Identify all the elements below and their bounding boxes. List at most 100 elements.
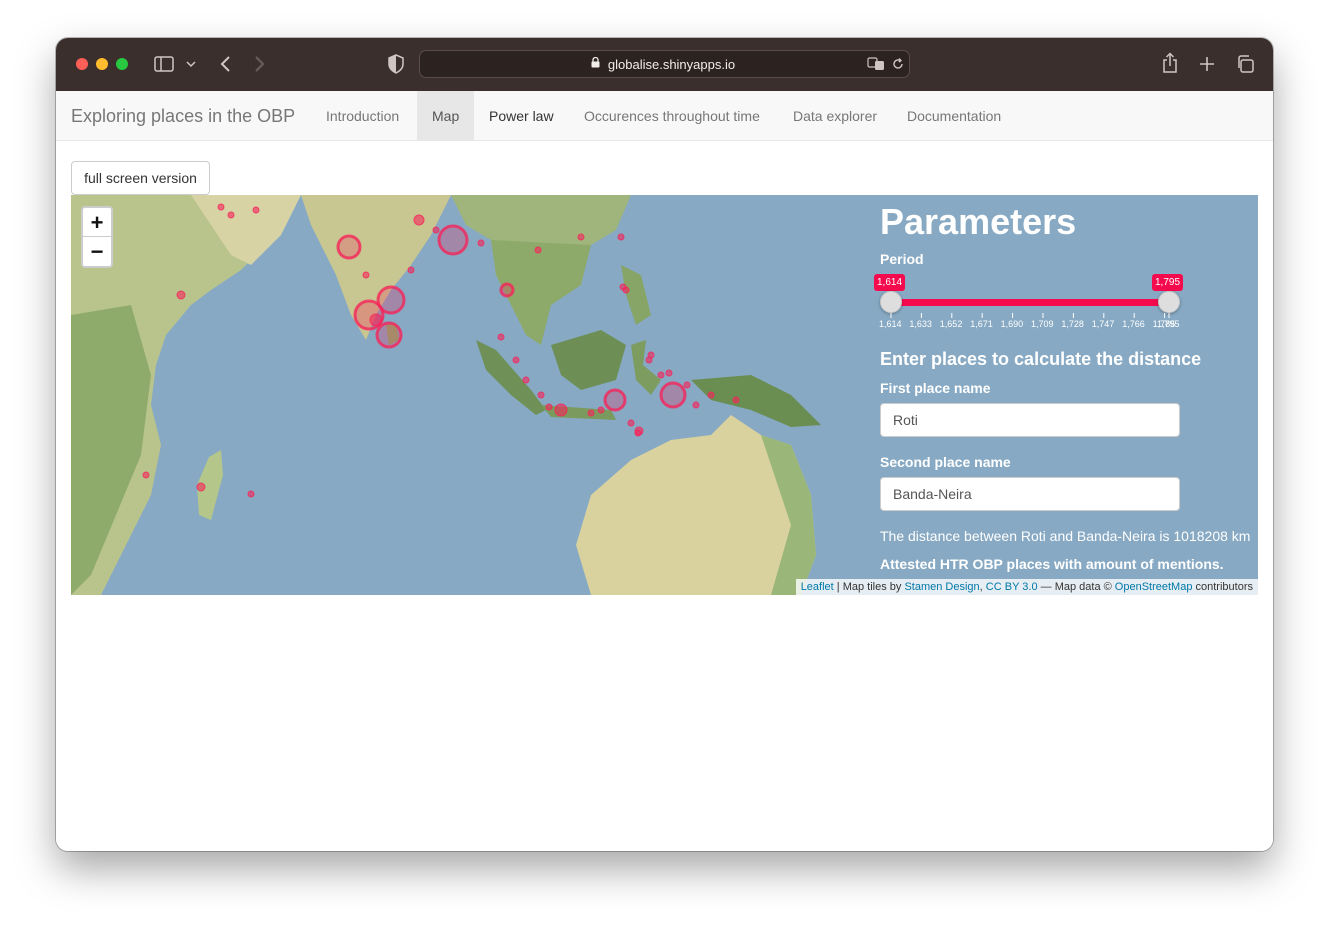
maximize-window-button[interactable]: [116, 58, 128, 70]
tab-map[interactable]: Map: [417, 91, 475, 141]
slider-tick-label: 1,795: [1157, 319, 1180, 329]
slider-tick-label: 1,766: [1122, 319, 1145, 329]
place-marker: [634, 429, 642, 437]
place-marker: [369, 313, 383, 327]
tab-power-law[interactable]: Power law: [474, 91, 569, 141]
slider-tick-label: 1,747: [1091, 319, 1115, 329]
place-marker: [217, 203, 225, 211]
slider-tick-label: 1,614: [879, 319, 902, 329]
second-place-label: Second place name: [880, 454, 1011, 470]
slider-tick-label: 1,671: [970, 319, 993, 329]
place-marker: [545, 403, 553, 411]
stamen-link[interactable]: Stamen Design: [904, 581, 979, 593]
leaflet-map[interactable]: + − Parameters Period 1,614 1,795 1,614 1…: [71, 195, 1258, 595]
place-marker: [683, 381, 691, 389]
attribution-text-2: — Map data ©: [1040, 581, 1112, 593]
app-brand[interactable]: Exploring places in the OBP: [71, 106, 295, 127]
attested-caption: Attested HTR OBP places with amount of m…: [880, 556, 1224, 572]
place-marker: [597, 406, 605, 414]
place-marker: [497, 333, 505, 341]
share-icon[interactable]: [1162, 52, 1178, 74]
land-philippines: [621, 265, 651, 325]
shield-icon[interactable]: [388, 54, 404, 74]
period-min-bubble: 1,614: [874, 274, 906, 291]
zoom-in-button[interactable]: +: [83, 208, 111, 237]
osm-link[interactable]: OpenStreetMap: [1115, 581, 1193, 593]
distance-result: The distance between Roti and Banda-Neir…: [880, 528, 1251, 544]
tabs-overview-icon[interactable]: [1236, 55, 1254, 73]
place-marker: [627, 419, 635, 427]
page-content: full screen version + − Parameters Perio…: [56, 142, 1273, 851]
land-sulawesi: [631, 340, 661, 395]
first-place-label: First place name: [880, 380, 991, 396]
back-icon[interactable]: [219, 55, 231, 73]
reload-icon[interactable]: [892, 58, 904, 70]
browser-titlebar: globalise.shinyapps.io: [56, 38, 1273, 91]
license-link[interactable]: CC BY 3.0: [986, 581, 1038, 593]
place-marker: [336, 234, 362, 260]
slider-tick-label: 1,633: [909, 319, 932, 329]
distance-heading: Enter places to calculate the distance: [880, 349, 1202, 369]
place-marker: [603, 388, 627, 412]
slider-tick-label: 1,709: [1031, 319, 1054, 329]
place-marker: [732, 396, 740, 404]
place-marker: [587, 409, 595, 417]
attribution-text-1: | Map tiles by: [836, 581, 902, 593]
period-label: Period: [880, 251, 924, 267]
zoom-out-button[interactable]: −: [83, 237, 111, 266]
place-marker: [247, 490, 255, 498]
attribution-text-3: contributors: [1195, 581, 1253, 593]
place-marker: [647, 351, 655, 359]
url-text: globalise.shinyapps.io: [607, 57, 736, 72]
place-marker: [176, 290, 186, 300]
zoom-control: + −: [81, 206, 113, 268]
parameters-panel: Parameters Period 1,614 1,795 1,614 1,633…: [874, 195, 1258, 595]
place-marker: [142, 471, 150, 479]
slider-tick-label: 1,690: [1000, 319, 1024, 329]
tab-data-explorer[interactable]: Data explorer: [778, 91, 892, 141]
tab-documentation[interactable]: Documentation: [892, 91, 1016, 141]
browser-window: globalise.shinyapps.io Exploring places: [56, 38, 1273, 851]
sidebar-icon[interactable]: [154, 56, 174, 72]
place-marker: [477, 239, 485, 247]
map-attribution: Leaflet | Map tiles by Stamen Design, CC…: [795, 579, 1258, 595]
place-marker: [659, 381, 687, 409]
period-slider-min-handle[interactable]: [880, 291, 902, 313]
close-window-button[interactable]: [76, 58, 88, 70]
place-marker: [252, 206, 260, 214]
second-place-input[interactable]: Banda-Neira: [880, 477, 1180, 511]
land-borneo: [551, 330, 626, 390]
period-slider-max-handle[interactable]: [1158, 291, 1180, 313]
slider-tick-label: 1,652: [939, 319, 963, 329]
translate-icon[interactable]: [867, 57, 885, 71]
place-marker: [375, 321, 403, 349]
new-tab-icon[interactable]: [1199, 56, 1215, 72]
leaflet-link[interactable]: Leaflet: [801, 581, 834, 593]
land-new-guinea: [691, 375, 821, 427]
attribution-comma: ,: [979, 581, 983, 593]
place-marker: [665, 369, 673, 377]
place-marker: [413, 214, 425, 226]
place-marker: [512, 356, 520, 364]
period-max-bubble: 1,795: [1152, 274, 1184, 291]
place-marker: [622, 286, 630, 294]
parameters-title: Parameters: [880, 201, 1077, 242]
tab-introduction[interactable]: Introduction: [311, 91, 414, 141]
land-sumatra: [476, 340, 546, 415]
first-place-input[interactable]: Roti: [880, 403, 1180, 437]
place-marker: [554, 403, 568, 417]
place-marker: [499, 282, 515, 298]
place-marker: [692, 401, 700, 409]
address-bar[interactable]: globalise.shinyapps.io: [419, 50, 910, 78]
minimize-window-button[interactable]: [96, 58, 108, 70]
place-marker: [534, 246, 542, 254]
place-marker: [196, 482, 206, 492]
chevron-down-icon[interactable]: [186, 60, 196, 68]
tab-occurences[interactable]: Occurences throughout time: [569, 91, 775, 141]
full-screen-button[interactable]: full screen version: [71, 161, 210, 195]
place-marker: [617, 233, 625, 241]
period-slider-bar[interactable]: [890, 299, 1168, 306]
forward-icon[interactable]: [254, 55, 266, 73]
place-marker: [537, 391, 545, 399]
place-marker: [437, 224, 469, 256]
